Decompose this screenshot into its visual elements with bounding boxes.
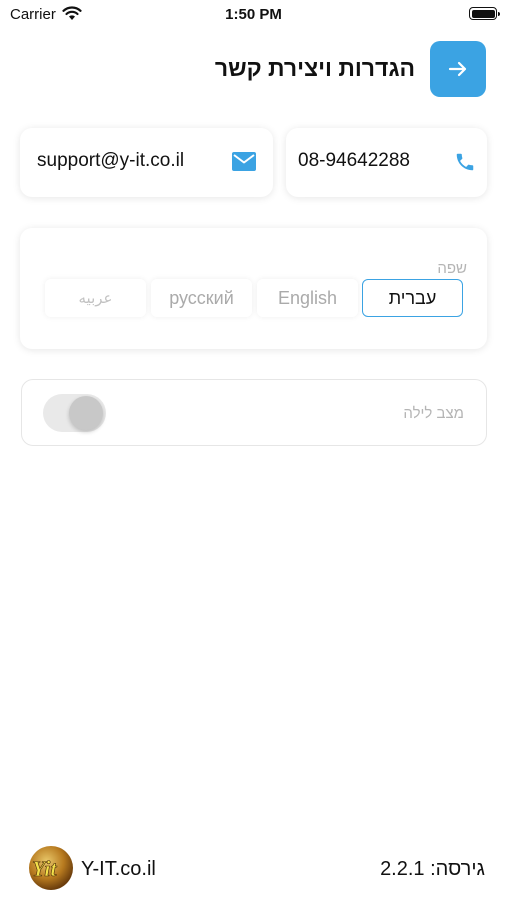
arrow-right-icon [448,61,467,77]
language-card: שפה עברית English русский عربيه [20,228,487,349]
email-text[interactable]: support@y-it.co.il [37,150,184,172]
back-button[interactable] [430,41,486,97]
email-card[interactable]: support@y-it.co.il [20,128,273,197]
language-option-english[interactable]: English [257,279,358,317]
page-title: הגדרות ויצירת קשר [214,55,415,81]
language-label: שפה [437,260,467,277]
version-label: גירסה: 2.2.1 [380,858,485,880]
company-logo: Yit [29,846,73,890]
toggle-knob [69,396,103,430]
battery-icon [469,7,500,20]
logo-text: Yit [32,856,57,881]
night-mode-card: מצב לילה [21,379,487,446]
status-bar: Carrier 1:50 PM [0,0,507,28]
language-option-arabic[interactable]: عربيه [45,279,146,317]
phone-text[interactable]: 08-94642288 [298,150,410,172]
phone-card[interactable]: 08-94642288 [286,128,487,197]
envelope-icon [232,152,256,171]
footer-site-link[interactable]: Y-IT.co.il [81,858,156,881]
night-mode-label: מצב לילה [403,405,464,422]
phone-icon [456,153,474,171]
night-mode-toggle[interactable] [43,394,106,432]
clock: 1:50 PM [225,6,282,23]
language-option-russian[interactable]: русский [151,279,252,317]
language-option-hebrew[interactable]: עברית [362,279,463,317]
